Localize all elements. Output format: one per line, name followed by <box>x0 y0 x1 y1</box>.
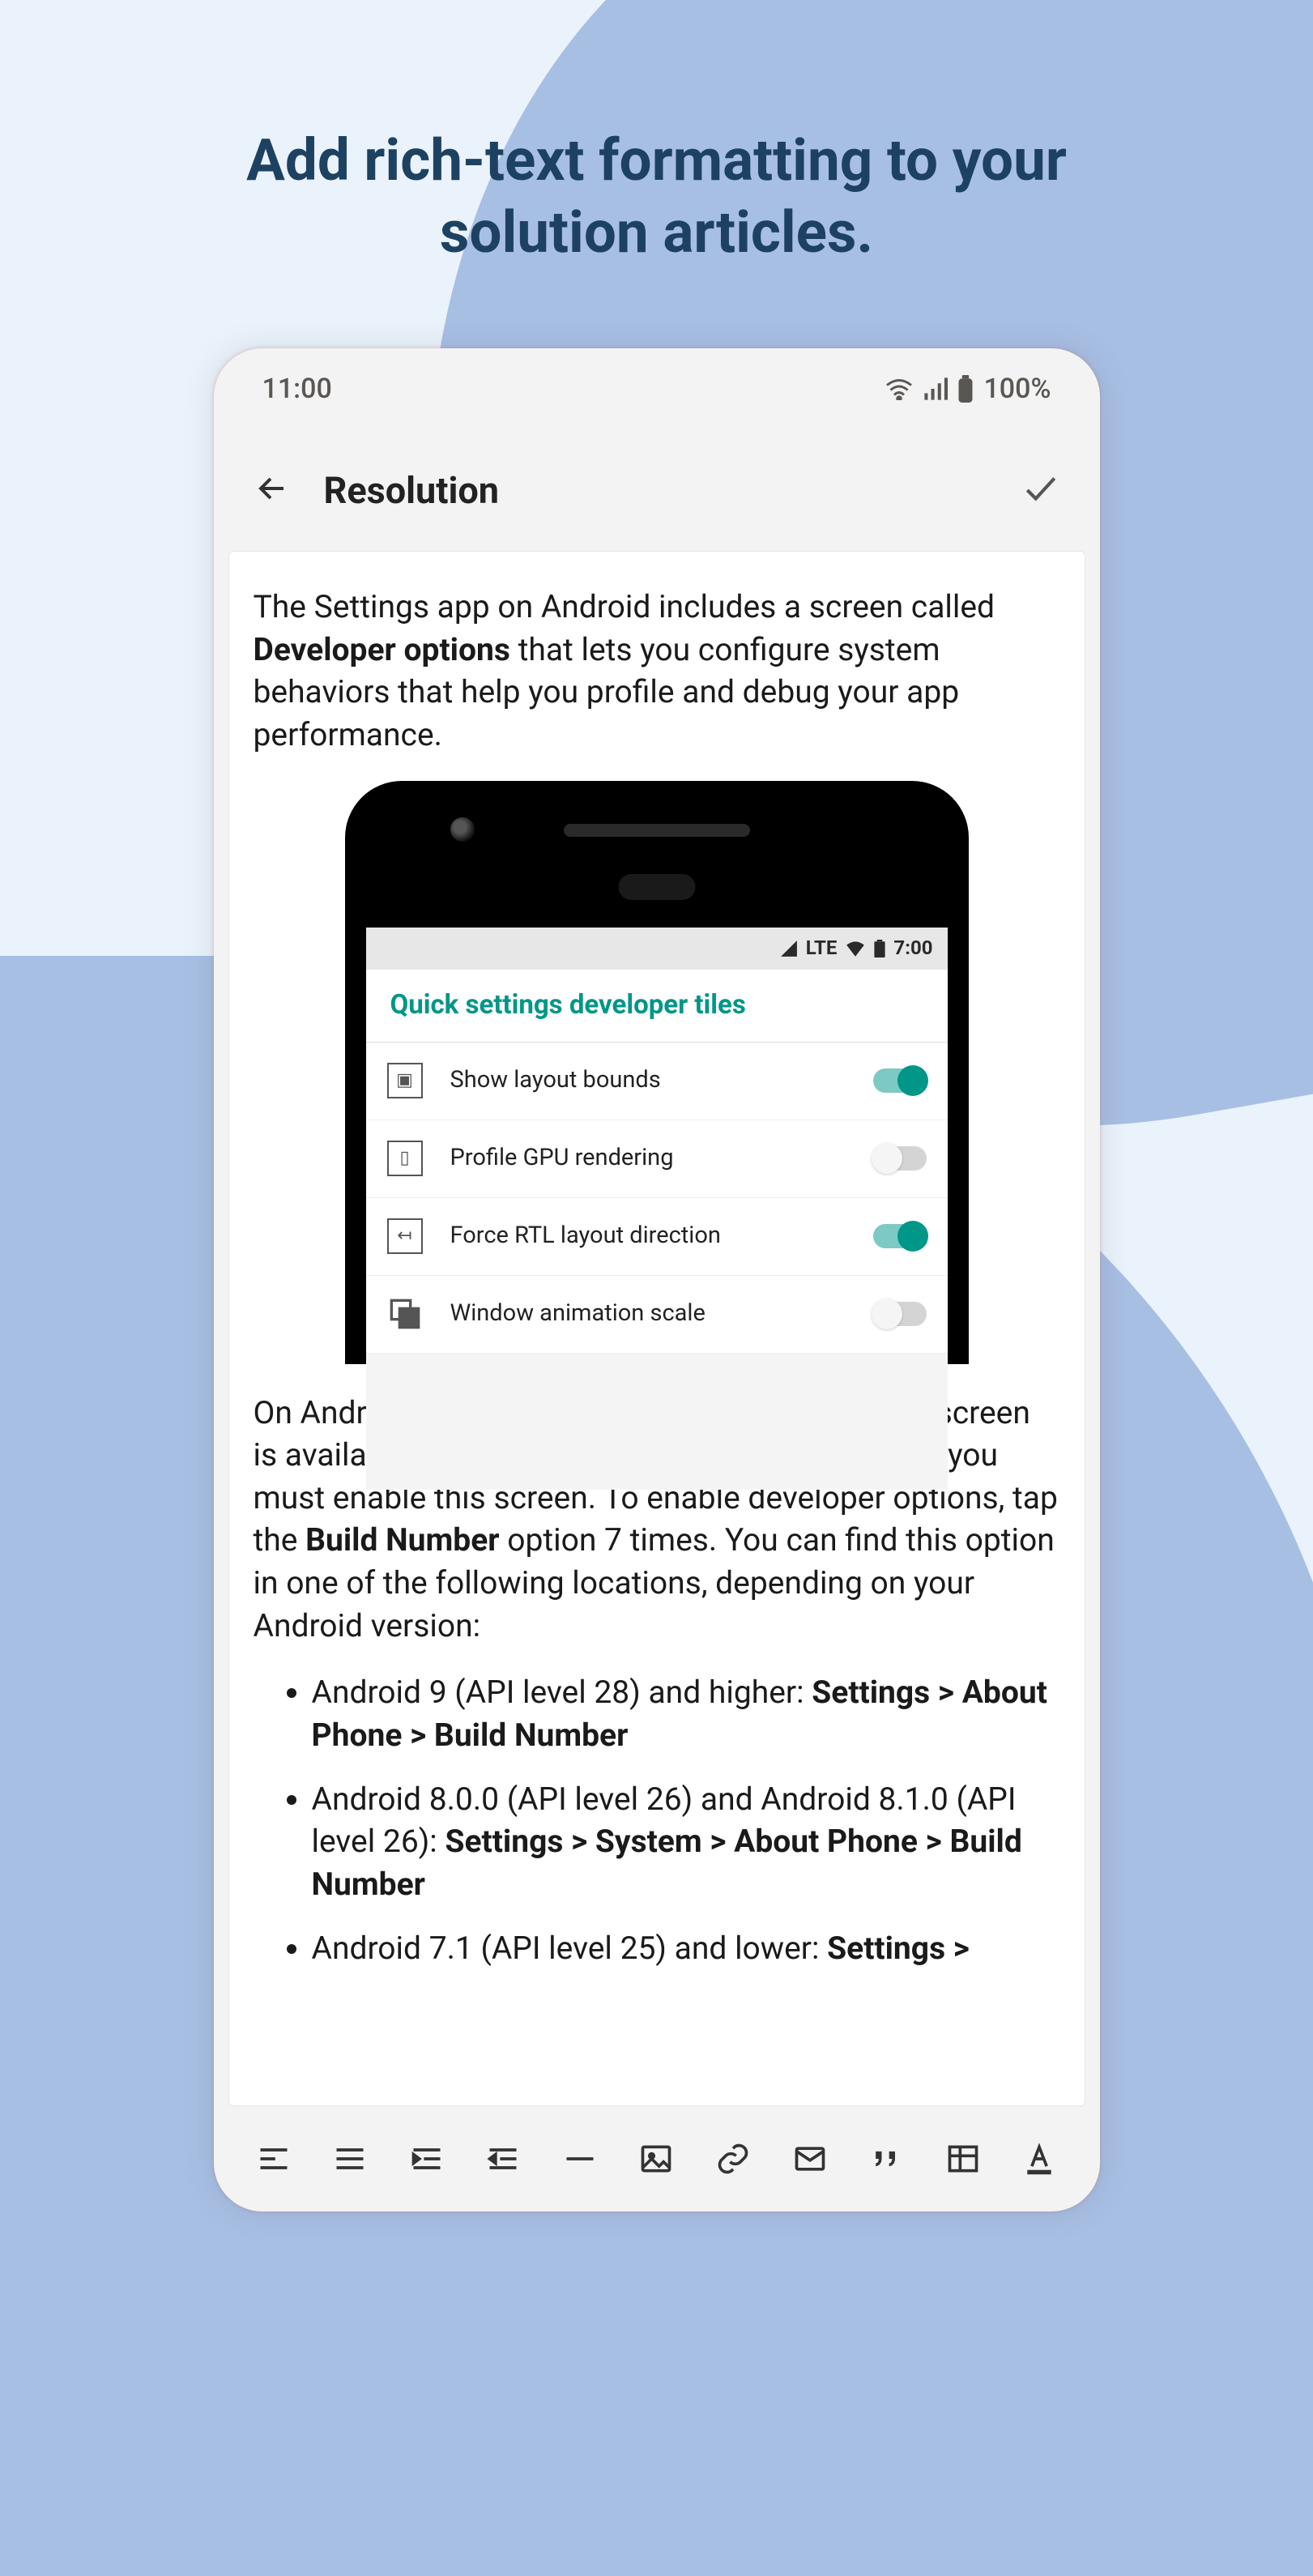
mail-icon[interactable] <box>789 2138 831 2180</box>
rtl-icon: ↤ <box>387 1218 423 1254</box>
toggle-off <box>873 1302 927 1326</box>
phone-mockup: 11:00 100% <box>214 348 1100 2211</box>
inner-row-rtl: ↤ Force RTL layout direction <box>366 1198 948 1276</box>
link-icon[interactable] <box>712 2138 754 2180</box>
align-left-icon[interactable] <box>253 2138 295 2180</box>
app-title: Resolution <box>324 469 500 512</box>
quote-icon[interactable] <box>865 2138 907 2180</box>
inner-phone-mockup: LTE 7:00 Quick settings developer tiles … <box>345 781 969 1364</box>
headline-line-1: Add rich-text formatting to your <box>246 127 1067 194</box>
toggle-on <box>873 1068 927 1093</box>
table-icon[interactable] <box>942 2138 984 2180</box>
formatting-toolbar <box>214 2106 1100 2211</box>
inner-row-gpu: ▯ Profile GPU rendering <box>366 1120 948 1198</box>
text-color-icon[interactable] <box>1018 2138 1060 2180</box>
indent-decrease-icon[interactable] <box>482 2138 524 2180</box>
inner-row-animation: Window animation scale <box>366 1276 948 1354</box>
animation-icon <box>387 1296 423 1332</box>
toggle-on <box>873 1224 927 1248</box>
inner-status-bar: LTE 7:00 <box>366 928 948 970</box>
image-icon[interactable] <box>635 2138 677 2180</box>
paragraph-1: The Settings app on Android includes a s… <box>254 586 1060 757</box>
confirm-check-icon[interactable] <box>1021 468 1061 512</box>
status-right: 100% <box>885 373 1051 405</box>
app-bar: Resolution <box>214 429 1100 551</box>
embedded-image: LTE 7:00 Quick settings developer tiles … <box>254 781 1060 1364</box>
headline-line-2: solution articles. <box>440 199 873 267</box>
inner-signal-icon <box>780 940 798 957</box>
article-content[interactable]: The Settings app on Android includes a s… <box>228 551 1085 2106</box>
align-justify-icon[interactable] <box>329 2138 371 2180</box>
list-item: Android 8.0.0 (API level 26) and Android… <box>312 1778 1060 1906</box>
signal-icon <box>923 377 948 400</box>
indent-increase-icon[interactable] <box>406 2138 448 2180</box>
inner-row-layout-bounds: ▣ Show layout bounds <box>366 1043 948 1120</box>
inner-wifi-icon <box>845 940 866 957</box>
horizontal-rule-icon[interactable] <box>559 2138 601 2180</box>
wifi-icon <box>885 377 914 400</box>
status-time: 11:00 <box>262 373 332 405</box>
list-item: Android 7.1 (API level 25) and lower: Se… <box>312 1927 1060 1970</box>
list-item: Android 9 (API level 28) and higher: Set… <box>312 1671 1060 1756</box>
inner-header: Quick settings developer tiles <box>366 970 948 1043</box>
toggle-off <box>873 1146 927 1171</box>
page-headline: Add rich-text formatting to your solutio… <box>0 126 1313 270</box>
battery-icon <box>957 375 974 403</box>
bullet-list: Android 9 (API level 28) and higher: Set… <box>254 1671 1060 1969</box>
inner-battery-icon <box>874 940 885 957</box>
layout-bounds-icon: ▣ <box>387 1063 423 1098</box>
back-arrow-icon[interactable] <box>253 469 292 511</box>
battery-percent: 100% <box>983 373 1051 405</box>
gpu-icon: ▯ <box>387 1141 423 1176</box>
status-bar: 11:00 100% <box>214 348 1100 429</box>
